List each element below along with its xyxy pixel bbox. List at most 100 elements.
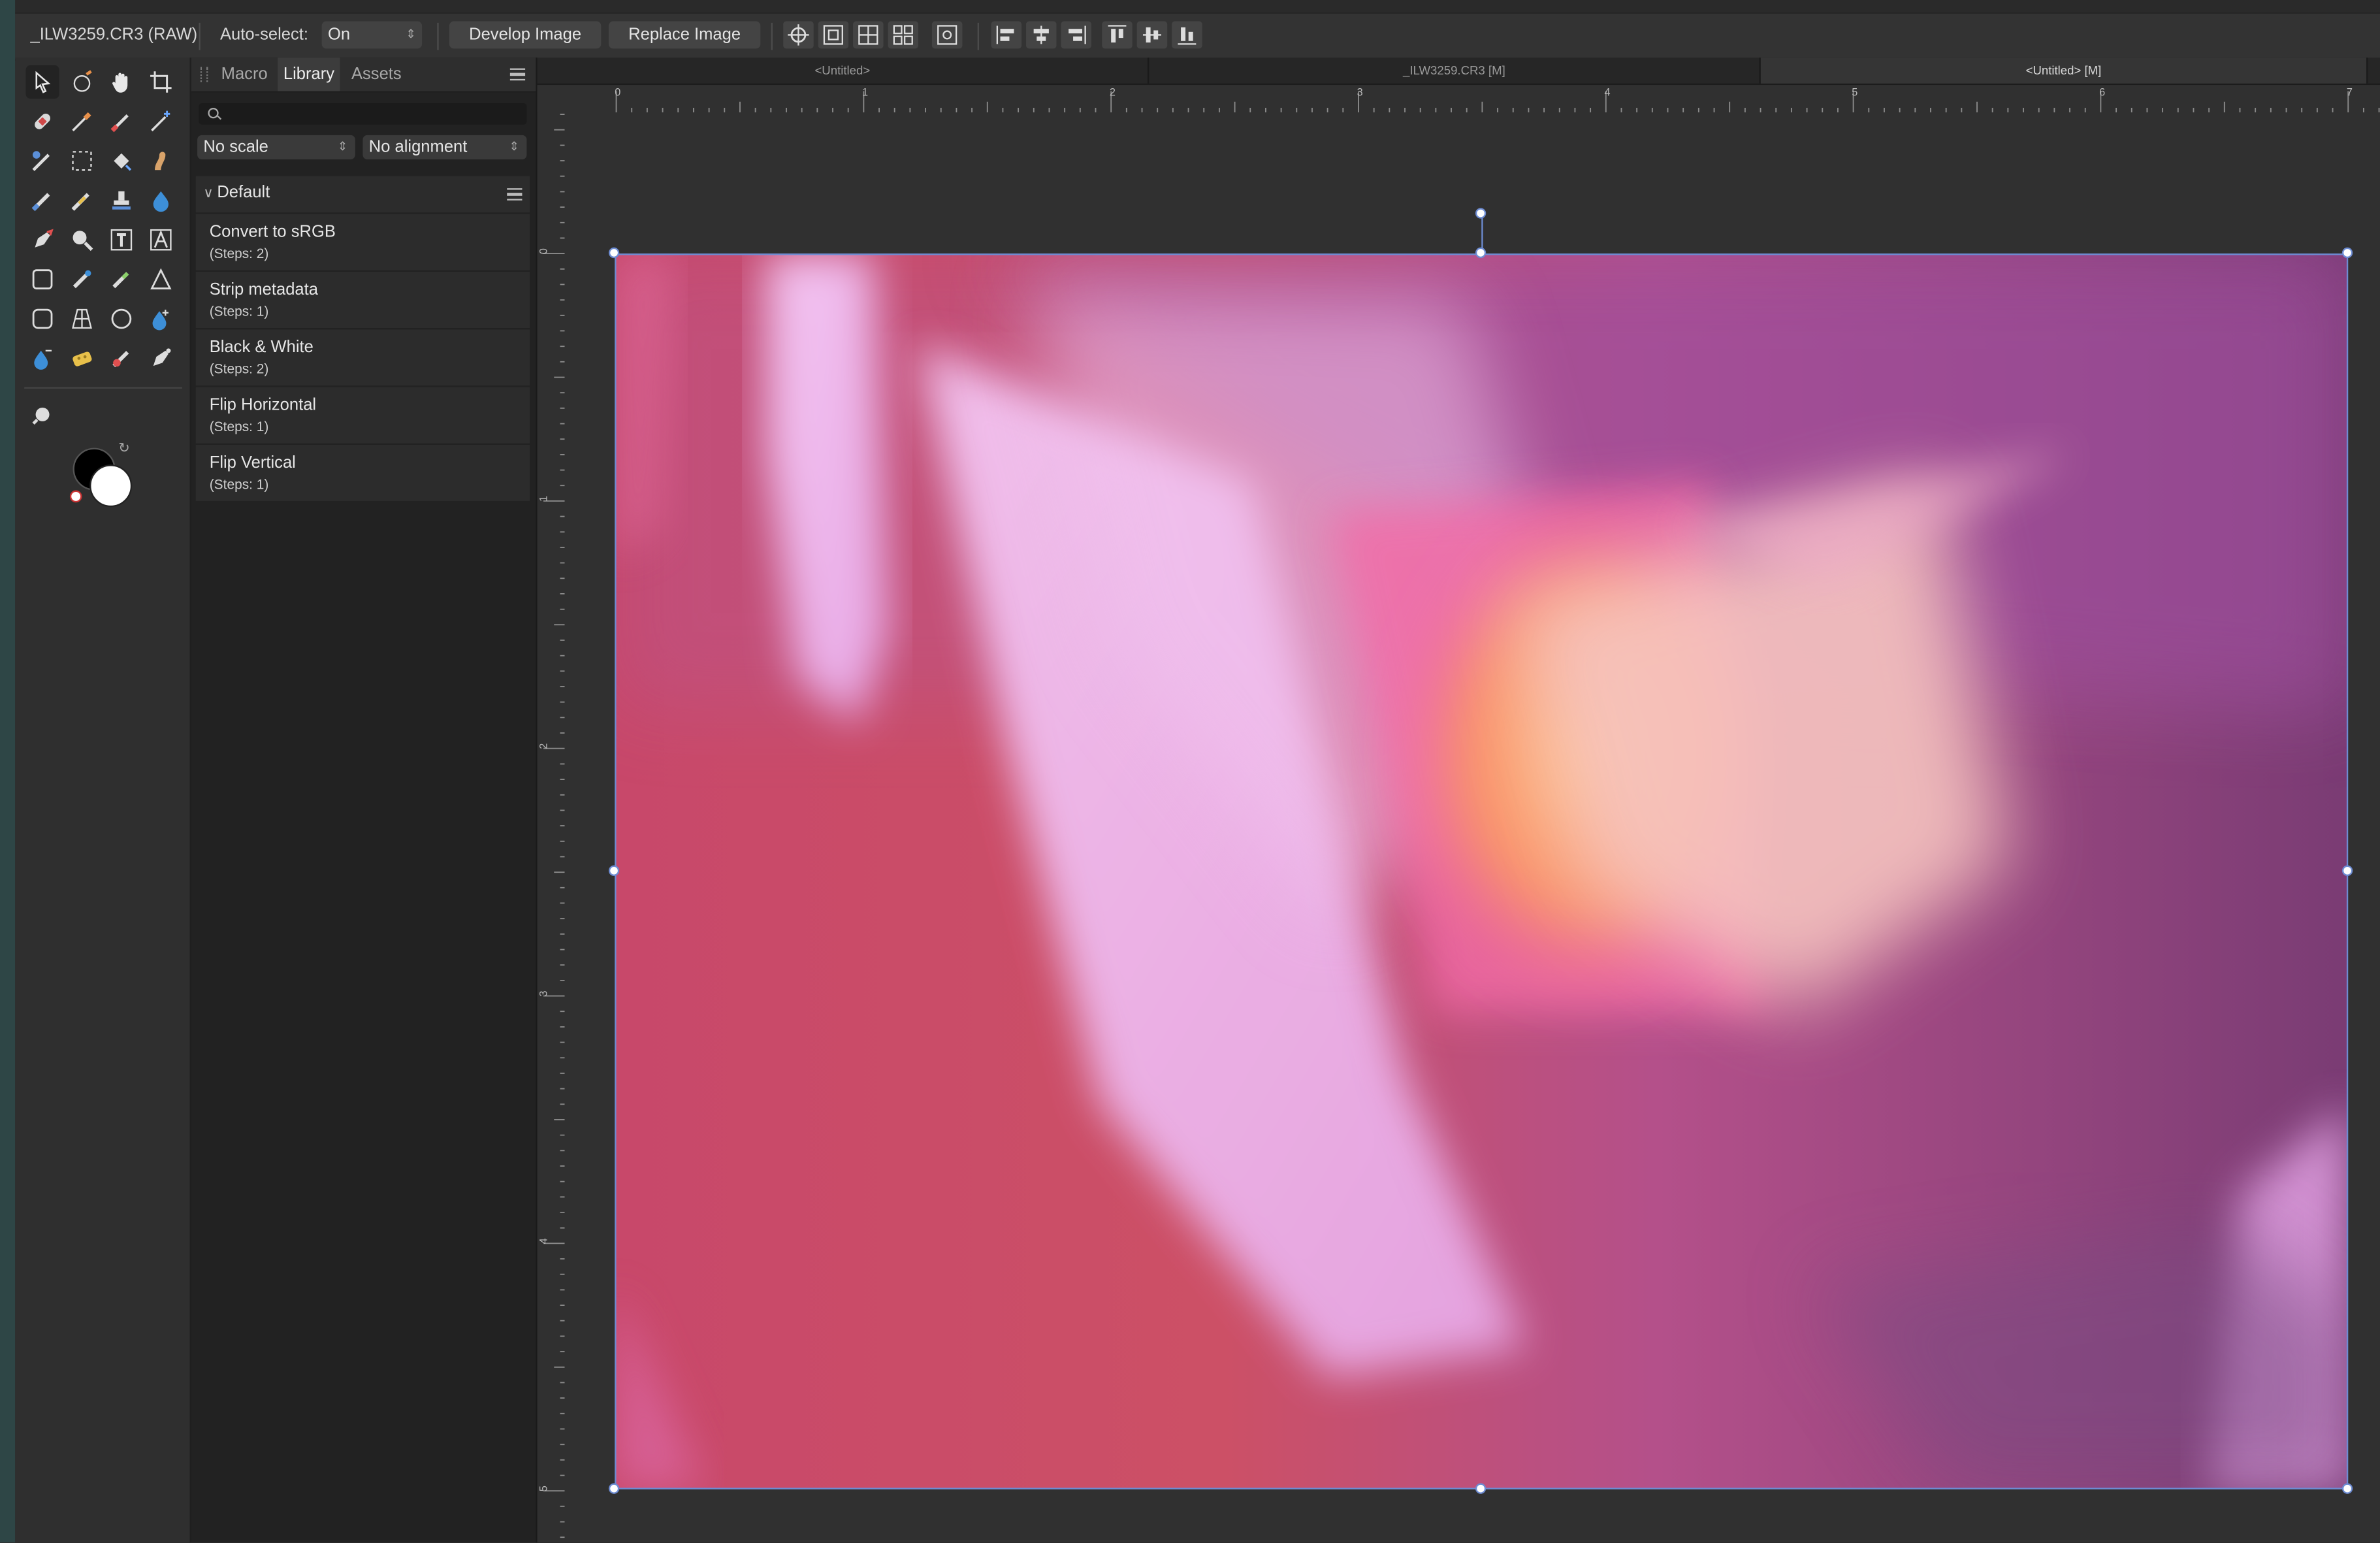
erase-brush-tool[interactable] [26, 184, 59, 217]
triangle-tool[interactable] [144, 263, 178, 296]
align-middle-button[interactable] [1136, 21, 1168, 49]
perspective-tool[interactable] [65, 302, 99, 335]
secondary-color-swatch[interactable] [89, 464, 133, 508]
panel-grip-icon[interactable] [200, 67, 208, 82]
macro-item[interactable]: Black & White (Steps: 2) [195, 329, 530, 386]
clone-brush-tool[interactable] [65, 184, 99, 217]
ruler-ticks [543, 114, 565, 1538]
chevron-down-icon[interactable]: ∨ [203, 186, 213, 203]
document-tab[interactable]: _ILW3259.CR3 [M] [1149, 57, 1761, 84]
pen-tool-icon [35, 229, 54, 248]
category-label: Default [217, 184, 270, 203]
crop-tool-icon [150, 71, 172, 93]
macro-item[interactable]: Strip metadata (Steps: 1) [195, 271, 530, 328]
pen-tool[interactable] [26, 223, 59, 257]
category-header[interactable]: ∨ Default [195, 176, 530, 213]
document-tab[interactable]: <Untitled> [538, 57, 1150, 84]
red-eye-tool[interactable] [105, 342, 138, 375]
align-top-button[interactable] [1102, 21, 1133, 49]
rotation-handle[interactable] [1477, 209, 1485, 218]
healing-tool[interactable] [26, 105, 59, 138]
artistic-text-tool[interactable] [144, 223, 178, 257]
align-left-button[interactable] [991, 21, 1022, 49]
clone-stamp-tool[interactable] [105, 184, 138, 217]
snap-frame-button[interactable] [853, 21, 884, 49]
dodge-brush-icon [112, 272, 129, 289]
resize-handle-se[interactable] [2343, 1484, 2351, 1493]
magic-wand-tool[interactable] [144, 105, 178, 138]
align-right-button[interactable] [1061, 21, 1091, 49]
sponge-drop-icon [34, 349, 52, 370]
transform-mode-button[interactable] [931, 21, 963, 49]
macro-name: Flip Vertical [209, 453, 296, 472]
grid-layout-button[interactable] [888, 21, 919, 49]
marquee-tool[interactable] [65, 144, 99, 178]
replace-image-button[interactable]: Replace Image [608, 21, 761, 49]
move-tool[interactable] [25, 65, 59, 99]
view-tool[interactable] [65, 65, 99, 99]
paint-brush-icon [110, 114, 129, 133]
move-tool-icon [35, 71, 51, 93]
inpainting-brush-tool[interactable] [26, 144, 59, 178]
color-picker-tool[interactable] [65, 105, 99, 138]
document-tab-active[interactable]: <Untitled> [M] [1760, 57, 2368, 84]
ellipse-tool[interactable] [105, 302, 138, 335]
paint-brush-tool[interactable] [105, 105, 138, 138]
resize-handle-e[interactable] [2343, 867, 2351, 875]
dodge-brush-tool[interactable] [105, 263, 138, 296]
resize-handle-n[interactable] [1477, 249, 1485, 257]
selection-box [615, 253, 2349, 1489]
resize-handle-s[interactable] [1477, 1484, 1485, 1493]
fill-tool[interactable] [144, 184, 178, 217]
align-center-button[interactable] [1026, 21, 1057, 49]
resize-handle-w[interactable] [610, 867, 618, 875]
rectangle-tool[interactable] [26, 263, 59, 296]
alignment-dropdown[interactable]: No alignment ⇕ [362, 135, 527, 160]
swap-colors-icon[interactable]: ↻ [118, 440, 130, 457]
node-tool[interactable] [144, 342, 178, 375]
transform-origin-button[interactable] [783, 21, 814, 49]
autoselect-dropdown[interactable]: On ⇕ [321, 21, 423, 49]
no-color-icon[interactable] [69, 490, 82, 503]
fit-to-frame-button[interactable] [818, 21, 849, 49]
sponge-drop-tool[interactable] [26, 342, 59, 375]
tab-assets[interactable]: Assets [345, 57, 409, 91]
color-swatches[interactable]: ↻ [69, 440, 137, 512]
hand-tool[interactable] [105, 65, 138, 99]
tab-library[interactable]: Library [278, 57, 340, 91]
view-tool-icon [73, 70, 92, 92]
search-input[interactable] [199, 103, 527, 125]
macro-item[interactable]: Flip Horizontal (Steps: 1) [195, 387, 530, 444]
rounded-rect-tool[interactable] [26, 302, 59, 335]
resize-handle-nw[interactable] [610, 249, 618, 257]
align-bottom-icon [1178, 27, 1197, 45]
frame-text-tool[interactable] [105, 223, 138, 257]
zoom-tool-icon [72, 231, 93, 252]
resize-handle-sw[interactable] [610, 1484, 618, 1493]
panel-menu-icon[interactable] [509, 68, 526, 81]
flood-select-tool[interactable] [105, 144, 138, 178]
macro-item[interactable]: Flip Vertical (Steps: 1) [195, 444, 530, 501]
autoselect-label: Auto-select: [219, 25, 308, 44]
crop-tool[interactable] [144, 65, 178, 99]
autoselect-value: On [327, 25, 351, 44]
tab-macro[interactable]: Macro [216, 57, 273, 91]
category-menu-icon[interactable] [507, 188, 523, 201]
macro-item[interactable]: Convert to sRGB (Steps: 2) [195, 214, 530, 270]
perspective-icon [72, 308, 92, 329]
rotation-handle-line [1481, 214, 1483, 254]
blemish-remover-tool[interactable] [65, 263, 99, 296]
resize-handle-ne[interactable] [2343, 249, 2351, 257]
develop-image-button[interactable]: Develop Image [449, 21, 602, 49]
toolbar-divider [977, 22, 979, 50]
zoom-tool[interactable] [65, 223, 99, 257]
alignment-value: No alignment [368, 138, 468, 157]
sponge-tool[interactable] [65, 342, 99, 375]
ruler-label-h: 7 [2346, 88, 2353, 99]
smudge-tool[interactable] [144, 144, 178, 178]
zoom-tool-alt[interactable] [26, 399, 59, 432]
align-bottom-button[interactable] [1172, 21, 1202, 49]
scale-dropdown[interactable]: No scale ⇕ [197, 135, 355, 160]
ruler-label-h: 2 [1109, 88, 1116, 99]
burn-tool[interactable] [144, 302, 178, 335]
